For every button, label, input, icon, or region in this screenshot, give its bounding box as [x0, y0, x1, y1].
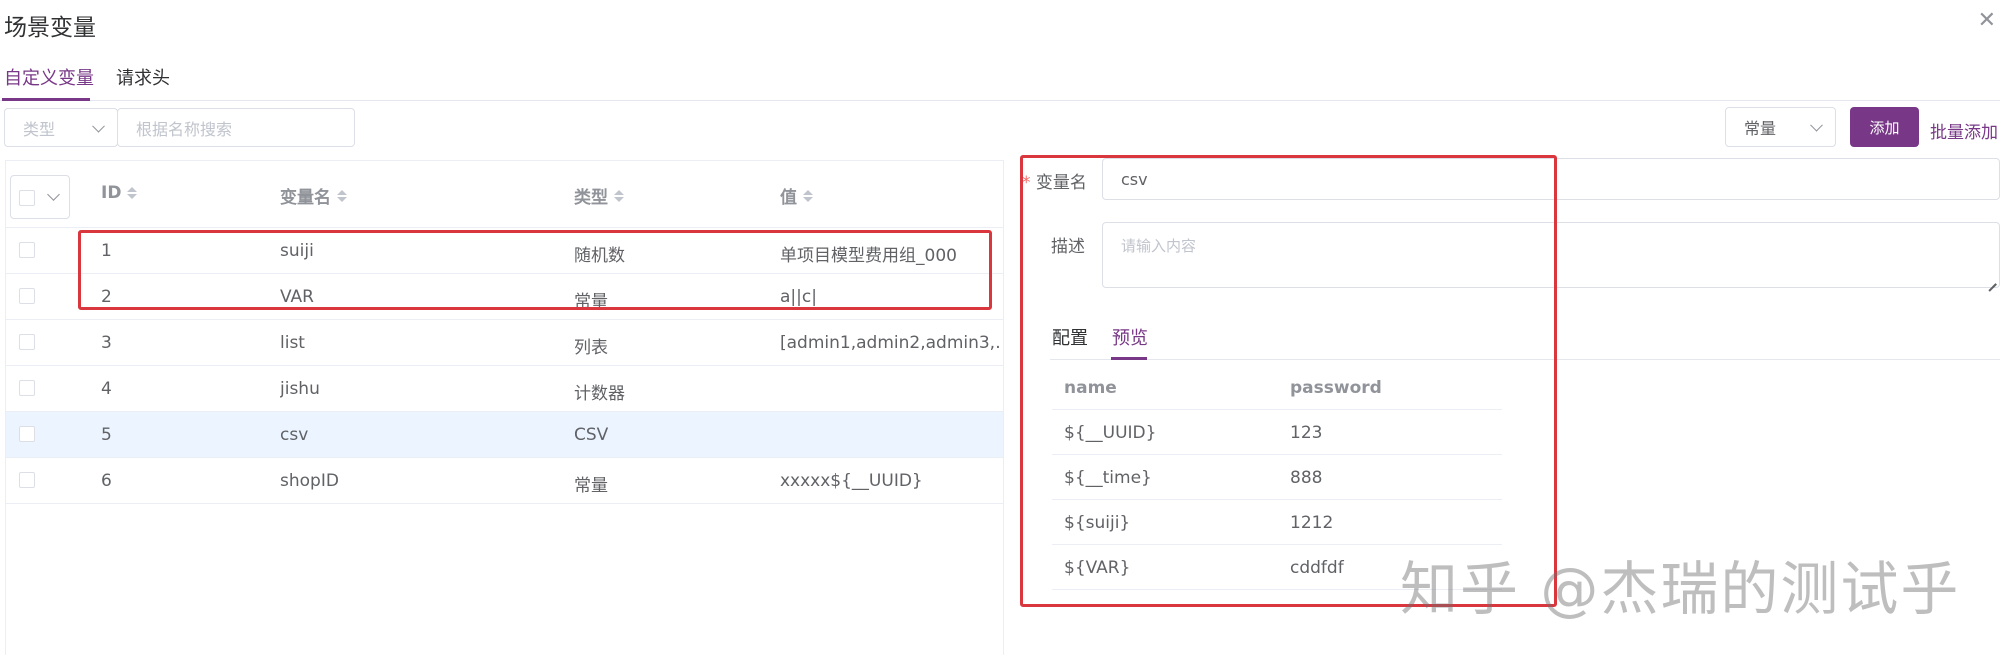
- preview-row: ${__time} 888: [1052, 455, 1502, 500]
- tab-request-headers[interactable]: 请求头: [116, 64, 170, 90]
- row-value: [admin1,admin2,admin3,…: [780, 333, 1000, 353]
- chevron-down-icon: [92, 119, 105, 133]
- name-search-input[interactable]: 根据名称搜索: [117, 108, 355, 147]
- preview-table-header: name password: [1052, 365, 1502, 410]
- required-mark: *: [1022, 173, 1031, 193]
- table-row[interactable]: 5 csv CSV: [6, 412, 1003, 458]
- row-id: 5: [101, 425, 112, 445]
- preview-cell-password: cddfdf: [1290, 558, 1344, 578]
- tab-custom-variables[interactable]: 自定义变量: [4, 64, 94, 90]
- chevron-down-icon: [1810, 118, 1823, 132]
- column-header-value[interactable]: 值: [780, 183, 813, 208]
- table-row[interactable]: 3 list 列表 [admin1,admin2,admin3,…: [6, 320, 1003, 366]
- column-header-name[interactable]: 变量名: [280, 183, 347, 208]
- chevron-down-icon: [47, 188, 60, 201]
- row-name: jishu: [280, 379, 320, 399]
- watermark: 知乎 @杰瑞的测试乎: [1400, 555, 1961, 623]
- variable-name-label-text: 变量名: [1035, 173, 1087, 193]
- variables-table: ID 变量名 类型 值 1 suiji 随机数 单项目模型费用组_000 2 V…: [5, 160, 1004, 655]
- active-subtab-indicator: [1111, 357, 1147, 360]
- column-header-name-label: 变量名: [280, 188, 331, 208]
- row-value: xxxxx${__UUID}: [780, 471, 923, 491]
- variable-name-value: csv: [1121, 169, 1148, 189]
- type-filter-select[interactable]: 类型: [4, 108, 118, 147]
- search-placeholder: 根据名称搜索: [136, 119, 233, 139]
- preview-header-name: name: [1064, 378, 1117, 398]
- description-placeholder: 请输入内容: [1121, 237, 1197, 255]
- row-id: 2: [101, 287, 112, 307]
- row-value: 单项目模型费用组_000: [780, 246, 957, 266]
- sort-icon[interactable]: [614, 189, 624, 202]
- preview-cell-name: ${VAR}: [1064, 558, 1131, 578]
- sort-icon[interactable]: [803, 189, 813, 202]
- row-name: shopID: [280, 471, 339, 491]
- column-header-value-label: 值: [780, 188, 797, 208]
- preview-cell-password: 1212: [1290, 513, 1334, 533]
- subtabs-divider: [1050, 359, 2000, 360]
- preview-cell-name: ${suiji}: [1064, 513, 1131, 533]
- preview-cell-password: 888: [1290, 468, 1323, 488]
- variable-name-label: * 变量名: [1022, 168, 1087, 193]
- sort-icon[interactable]: [127, 187, 138, 199]
- add-button[interactable]: 添加: [1850, 107, 1919, 147]
- table-row[interactable]: 2 VAR 常量 a||c|: [6, 274, 1003, 320]
- row-name: list: [280, 333, 305, 353]
- active-tab-indicator: [2, 98, 90, 101]
- tabs-divider: [0, 100, 2000, 101]
- row-id: 1: [101, 241, 112, 261]
- variable-type-value: 常量: [1744, 119, 1777, 138]
- preview-row: ${suiji} 1212: [1052, 500, 1502, 545]
- row-type: 常量: [574, 476, 608, 496]
- resize-handle-icon[interactable]: [1987, 275, 1997, 285]
- table-header: ID 变量名 类型 值: [6, 161, 1003, 228]
- variable-name-input[interactable]: csv: [1102, 158, 2000, 200]
- column-header-id-label: ID: [101, 183, 122, 203]
- column-header-type-label: 类型: [574, 188, 608, 208]
- table-row[interactable]: 1 suiji 随机数 单项目模型费用组_000: [6, 228, 1003, 274]
- row-id: 4: [101, 379, 112, 399]
- preview-cell-name: ${__time}: [1064, 468, 1152, 488]
- close-icon[interactable]: ✕: [1978, 8, 1996, 33]
- dialog-title: 场景变量: [4, 15, 96, 41]
- column-header-type[interactable]: 类型: [574, 183, 624, 208]
- row-value: a||c|: [780, 287, 817, 307]
- column-header-id[interactable]: ID: [101, 183, 138, 203]
- table-row[interactable]: 6 shopID 常量 xxxxx${__UUID}: [6, 458, 1003, 504]
- row-id: 3: [101, 333, 112, 353]
- sort-icon[interactable]: [337, 189, 347, 202]
- batch-add-link[interactable]: 批量添加: [1930, 118, 1998, 143]
- preview-cell-password: 123: [1290, 423, 1323, 443]
- table-row[interactable]: 4 jishu 计数器: [6, 366, 1003, 412]
- row-type: 常量: [574, 292, 608, 312]
- variable-type-select[interactable]: 常量: [1725, 107, 1836, 147]
- preview-header-password: password: [1290, 378, 1382, 398]
- row-name: csv: [280, 425, 309, 445]
- subtab-config[interactable]: 配置: [1052, 324, 1088, 350]
- select-all-checkbox[interactable]: [19, 190, 35, 206]
- row-name: suiji: [280, 241, 314, 261]
- row-type: 随机数: [574, 246, 625, 266]
- preview-row: ${__UUID} 123: [1052, 410, 1502, 455]
- row-name: VAR: [280, 287, 314, 307]
- select-all-dropdown[interactable]: [10, 175, 70, 219]
- row-type: CSV: [574, 425, 609, 445]
- row-checkbox[interactable]: [19, 472, 35, 488]
- preview-cell-name: ${__UUID}: [1064, 423, 1157, 443]
- row-id: 6: [101, 471, 112, 491]
- row-checkbox[interactable]: [19, 242, 35, 258]
- row-type: 计数器: [574, 384, 625, 404]
- description-label: 描述: [1051, 237, 1085, 257]
- description-textarea[interactable]: 请输入内容: [1102, 222, 2000, 288]
- row-checkbox[interactable]: [19, 288, 35, 304]
- row-checkbox[interactable]: [19, 334, 35, 350]
- row-type: 列表: [574, 338, 608, 358]
- subtab-preview[interactable]: 预览: [1112, 324, 1148, 350]
- type-filter-placeholder: 类型: [23, 119, 56, 139]
- row-checkbox[interactable]: [19, 380, 35, 396]
- row-checkbox[interactable]: [19, 426, 35, 442]
